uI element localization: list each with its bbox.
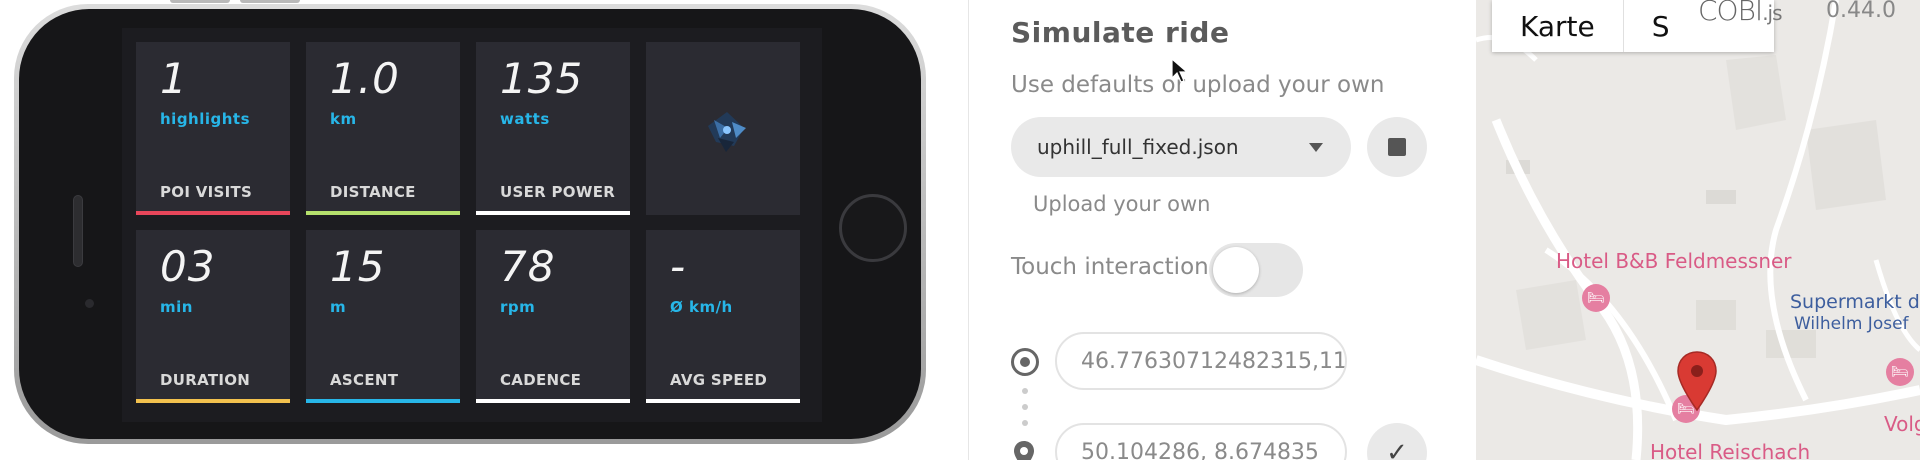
confirm-route-button[interactable]: ✓ xyxy=(1367,423,1427,460)
tile-label: POI VISITS xyxy=(160,183,253,201)
poi-label-reischach[interactable]: Hotel Reischach xyxy=(1650,440,1810,460)
tile-value: 1.0 xyxy=(330,54,400,103)
tile-poi-visits[interactable]: 1 highlights POI VISITS xyxy=(136,42,290,215)
tile-cadence[interactable]: 78 rpm CADENCE xyxy=(476,230,630,403)
route-dot xyxy=(1022,388,1028,394)
tile-label: DISTANCE xyxy=(330,183,416,201)
tile-value: 78 xyxy=(500,242,556,291)
phone-speaker xyxy=(73,195,83,267)
check-icon: ✓ xyxy=(1386,438,1408,460)
tile-label: AVG SPEED xyxy=(670,371,768,389)
stop-icon xyxy=(1388,138,1406,156)
tile-value: 15 xyxy=(330,242,386,291)
tile-accent-bar xyxy=(646,399,800,403)
phone-side-button xyxy=(240,0,300,3)
hotel-bed-icon[interactable]: 🛏 xyxy=(1886,358,1914,386)
tile-accent-bar xyxy=(306,211,460,215)
panel-subtitle: Use defaults or upload your own xyxy=(1011,72,1385,98)
touch-interaction-toggle[interactable] xyxy=(1209,243,1303,297)
mouse-cursor-icon xyxy=(1171,58,1189,83)
tile-accent-bar xyxy=(136,211,290,215)
logo-suffix: .js xyxy=(1762,1,1782,25)
destination-pin-icon xyxy=(1014,441,1034,460)
tile-label: DURATION xyxy=(160,371,251,389)
map-view[interactable]: Karte S COBI.js 0.44.0 Hotel B&B Feldmes… xyxy=(1476,0,1920,460)
logo-text: COBI xyxy=(1698,0,1763,27)
current-location-pin-icon[interactable] xyxy=(1676,350,1718,412)
tile-accent-bar xyxy=(476,399,630,403)
tile-accent-bar xyxy=(136,399,290,403)
tile-unit: rpm xyxy=(500,298,536,316)
poi-label-volgg[interactable]: Volgg xyxy=(1884,412,1920,436)
drone-icon xyxy=(708,112,746,152)
simulate-ride-panel: Simulate ride Use defaults or upload you… xyxy=(968,0,1476,460)
tile-duration[interactable]: 03 min DURATION xyxy=(136,230,290,403)
tile-value: - xyxy=(670,242,687,291)
tile-ascent[interactable]: 15 m ASCENT xyxy=(306,230,460,403)
touch-interaction-label: Touch interaction: xyxy=(1011,254,1217,280)
toggle-knob xyxy=(1213,247,1259,293)
tile-value: 135 xyxy=(500,54,584,103)
tab-satellite[interactable]: S xyxy=(1622,0,1698,52)
dashboard-screen: 1 highlights POI VISITS 1.0 km DISTANCE … xyxy=(122,28,822,422)
phone-home-button[interactable] xyxy=(839,194,907,262)
poi-label-wilhelm[interactable]: Wilhelm Josef xyxy=(1794,314,1909,334)
tile-unit: km xyxy=(330,110,357,128)
tile-label: USER POWER xyxy=(500,183,616,201)
tile-unit: min xyxy=(160,298,193,316)
panel-title: Simulate ride xyxy=(1011,16,1230,49)
chevron-down-icon xyxy=(1309,143,1323,152)
route-dot xyxy=(1022,404,1028,410)
hotel-bed-icon[interactable]: 🛏 xyxy=(1582,284,1610,312)
tile-user-power[interactable]: 135 watts USER POWER xyxy=(476,42,630,215)
tile-label: ASCENT xyxy=(330,371,399,389)
ride-file-value: uphill_full_fixed.json xyxy=(1037,135,1239,159)
tile-unit: highlights xyxy=(160,110,251,128)
tile-value: 03 xyxy=(160,242,216,291)
tile-unit: watts xyxy=(500,110,550,128)
tile-accent-bar xyxy=(306,399,460,403)
tile-label: CADENCE xyxy=(500,371,582,389)
tile-distance[interactable]: 1.0 km DISTANCE xyxy=(306,42,460,215)
version-label: 0.44.0 xyxy=(1826,0,1896,23)
poi-label-feldmessner[interactable]: Hotel B&B Feldmessner xyxy=(1556,249,1792,273)
tile-unit: m xyxy=(330,298,347,316)
tile-avg-speed[interactable]: - Ø km/h AVG SPEED xyxy=(646,230,800,403)
cobi-logo: COBI.js xyxy=(1698,0,1783,27)
stop-button[interactable] xyxy=(1367,117,1427,177)
tile-value: 1 xyxy=(160,54,188,103)
origin-coordinates-input[interactable]: 46.77630712482315,11.9 xyxy=(1055,332,1347,390)
tab-karte[interactable]: Karte xyxy=(1492,0,1623,52)
app-root: 1 highlights POI VISITS 1.0 km DISTANCE … xyxy=(0,0,1920,460)
destination-coordinates-input[interactable]: 50.104286, 8.674835 xyxy=(1055,423,1347,460)
phone-camera xyxy=(85,299,94,308)
tile-unit: Ø km/h xyxy=(670,298,733,316)
upload-own-link[interactable]: Upload your own xyxy=(1033,192,1211,216)
phone-preview: 1 highlights POI VISITS 1.0 km DISTANCE … xyxy=(0,0,968,460)
origin-target-icon xyxy=(1011,348,1039,376)
ride-file-select[interactable]: uphill_full_fixed.json xyxy=(1011,117,1351,177)
tile-accent-bar xyxy=(476,211,630,215)
poi-label-supermarkt[interactable]: Supermarkt d xyxy=(1790,291,1920,313)
route-dot xyxy=(1022,420,1028,426)
phone-side-button xyxy=(170,0,230,3)
tile-drone-graphic[interactable] xyxy=(646,42,800,215)
